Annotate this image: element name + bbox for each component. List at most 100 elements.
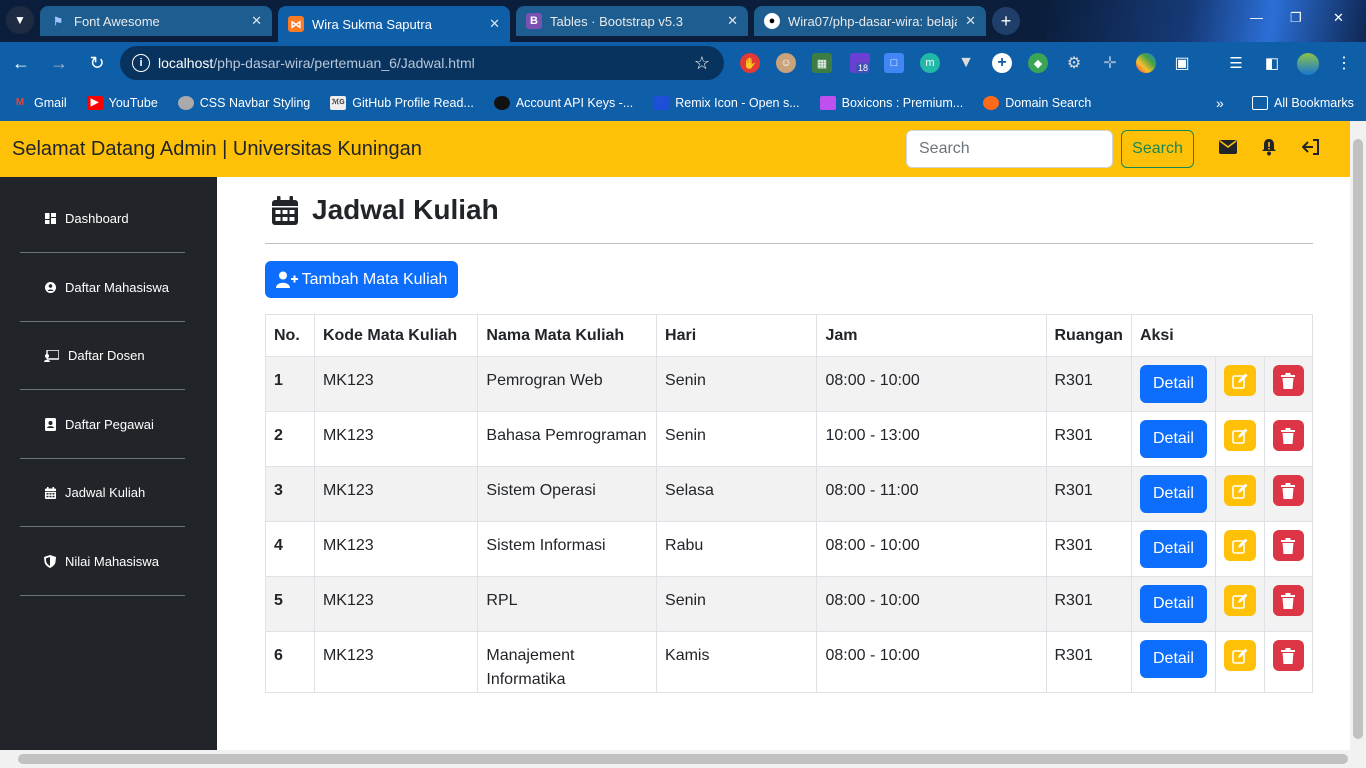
add-course-button[interactable]: Tambah Mata Kuliah	[265, 261, 458, 298]
bookmark-star-icon[interactable]: ☆	[694, 53, 710, 74]
browser-menu-icon[interactable]: ⋮	[1334, 53, 1354, 73]
all-bookmarks[interactable]: All Bookmarks	[1252, 95, 1354, 110]
cell-delete	[1263, 521, 1314, 577]
envelope-icon[interactable]	[1217, 136, 1239, 158]
back-icon[interactable]: ←	[4, 46, 38, 80]
extension-gear-icon[interactable]: ⚙	[1064, 53, 1084, 73]
extension-grid-icon[interactable]: ▦	[812, 53, 832, 73]
divider	[265, 243, 1313, 244]
extension-color-icon[interactable]	[1136, 53, 1156, 73]
cell-ruangan: R301	[1045, 466, 1132, 522]
adblock-extension-icon[interactable]: ✋	[740, 53, 760, 73]
bell-alert-icon[interactable]	[1258, 136, 1280, 158]
url-host: localhost	[158, 55, 214, 71]
close-tab-icon[interactable]: ✕	[489, 16, 500, 32]
bookmark-api-keys[interactable]: Account API Keys -...	[493, 95, 633, 110]
edit-button[interactable]	[1223, 365, 1256, 396]
edit-button[interactable]	[1223, 420, 1256, 451]
tab-search-button[interactable]: ▼	[6, 6, 34, 34]
sidebar-item-dashboard[interactable]: Dashboard	[20, 185, 185, 253]
site-info-icon[interactable]: i	[132, 54, 150, 72]
extension-m-icon[interactable]: m	[920, 53, 940, 73]
edit-button[interactable]	[1223, 640, 1256, 671]
tab-github-repo[interactable]: ● Wira07/php-dasar-wira: belajar ✕	[754, 6, 986, 36]
detail-button[interactable]: Detail	[1139, 420, 1207, 458]
extension-move-icon[interactable]: ✛	[1100, 53, 1120, 73]
bookmark-css-navbar[interactable]: CSS Navbar Styling	[177, 95, 310, 110]
extension-leaf-icon[interactable]: ◆	[1028, 53, 1048, 73]
scrollbar-thumb[interactable]	[18, 754, 1348, 764]
detail-button[interactable]: Detail	[1139, 640, 1207, 678]
extension-badge-icon[interactable]: 18	[850, 53, 871, 73]
extension-plus-icon[interactable]: +	[992, 53, 1012, 73]
edit-button[interactable]	[1223, 530, 1256, 561]
cell-detail: Detail	[1130, 411, 1216, 467]
search-button[interactable]: Search	[1121, 130, 1194, 168]
cell-no: 2	[265, 411, 315, 467]
detail-button[interactable]: Detail	[1139, 585, 1207, 623]
tab-wira-sukma-saputra[interactable]: ⋈ Wira Sukma Saputra ✕	[278, 6, 510, 42]
sidebar-item-daftar-dosen[interactable]: Daftar Dosen	[20, 322, 185, 390]
extensions-puzzle-icon[interactable]: ▣	[1172, 53, 1192, 73]
logout-icon[interactable]	[1300, 136, 1322, 158]
reload-icon[interactable]: ↻	[80, 46, 114, 80]
more-bookmarks-icon[interactable]: »	[1216, 95, 1224, 111]
search-input[interactable]	[906, 130, 1113, 168]
extension-docs-icon[interactable]: □	[884, 53, 904, 73]
detail-button[interactable]: Detail	[1139, 475, 1207, 513]
tab-font-awesome[interactable]: ⚑ Font Awesome ✕	[40, 6, 272, 36]
edit-button[interactable]	[1223, 585, 1256, 616]
extension-vue-icon[interactable]: ▼	[956, 53, 976, 73]
openai-icon	[493, 95, 510, 110]
address-bar[interactable]: i localhost/php-dasar-wira/pertemuan_6/J…	[120, 46, 724, 80]
bookmark-label: Gmail	[34, 95, 67, 110]
sidebar-item-jadwal-kuliah[interactable]: Jadwal Kuliah	[20, 459, 185, 527]
profile-avatar[interactable]	[1297, 53, 1319, 75]
page-title: Jadwal Kuliah	[265, 177, 1313, 243]
extension-face-icon[interactable]: ☺	[776, 53, 796, 73]
cell-jam: 08:00 - 10:00	[816, 356, 1047, 412]
detail-button[interactable]: Detail	[1139, 530, 1207, 568]
forward-icon[interactable]: →	[42, 46, 76, 80]
bookmark-boxicons[interactable]: Boxicons : Premium...	[819, 95, 963, 110]
reading-list-icon[interactable]: ☰	[1226, 53, 1246, 73]
horizontal-scrollbar[interactable]	[0, 750, 1366, 768]
bookmark-remix-icon[interactable]: Remix Icon - Open s...	[653, 95, 800, 110]
close-tab-icon[interactable]: ✕	[727, 13, 738, 29]
sidebar-item-daftar-pegawai[interactable]: Daftar Pegawai	[20, 391, 185, 459]
tab-bootstrap-tables[interactable]: B Tables · Bootstrap v5.3 ✕	[516, 6, 748, 36]
close-tab-icon[interactable]: ✕	[965, 13, 976, 29]
bookmark-github-profile[interactable]: ℳG GitHub Profile Read...	[330, 95, 474, 110]
sidebar-item-daftar-mahasiswa[interactable]: Daftar Mahasiswa	[20, 254, 185, 322]
edit-button[interactable]	[1223, 475, 1256, 506]
sidebar-item-nilai-mahasiswa[interactable]: Nilai Mahasiswa	[20, 528, 185, 596]
vertical-scrollbar[interactable]	[1350, 121, 1366, 750]
youtube-icon: ▶	[86, 95, 103, 110]
column-header: Jam	[816, 314, 1047, 357]
table-header-row: No. Kode Mata Kuliah Nama Mata Kuliah Ha…	[265, 314, 1314, 357]
font-awesome-flag-icon: ⚑	[53, 15, 63, 28]
delete-button[interactable]	[1272, 585, 1304, 616]
minimize-icon[interactable]: —	[1250, 10, 1263, 25]
delete-button[interactable]	[1272, 640, 1304, 671]
delete-button[interactable]	[1272, 365, 1304, 396]
close-tab-icon[interactable]: ✕	[251, 13, 262, 29]
close-window-icon[interactable]: ✕	[1333, 10, 1344, 26]
delete-button[interactable]	[1272, 475, 1304, 506]
profile-readme-icon: ℳG	[330, 95, 347, 110]
extension-badge-count: 18	[856, 63, 871, 73]
cell-edit	[1214, 411, 1265, 467]
new-tab-button[interactable]: +	[992, 7, 1020, 35]
restore-icon[interactable]: ❐	[1290, 10, 1302, 26]
scrollbar-thumb[interactable]	[1353, 139, 1363, 739]
cell-jam: 08:00 - 11:00	[816, 466, 1047, 522]
delete-button[interactable]	[1272, 420, 1304, 451]
page-viewport: Selamat Datang Admin | Universitas Kunin…	[0, 121, 1350, 750]
bookmark-domain-search[interactable]: Domain Search	[983, 95, 1091, 110]
bookmark-gmail[interactable]: M Gmail	[12, 96, 67, 110]
delete-button[interactable]	[1272, 530, 1304, 561]
bookmark-youtube[interactable]: ▶ YouTube	[86, 95, 158, 110]
detail-button[interactable]: Detail	[1139, 365, 1207, 403]
cell-hari: Rabu	[656, 521, 818, 577]
side-panel-icon[interactable]: ◧	[1262, 53, 1282, 73]
